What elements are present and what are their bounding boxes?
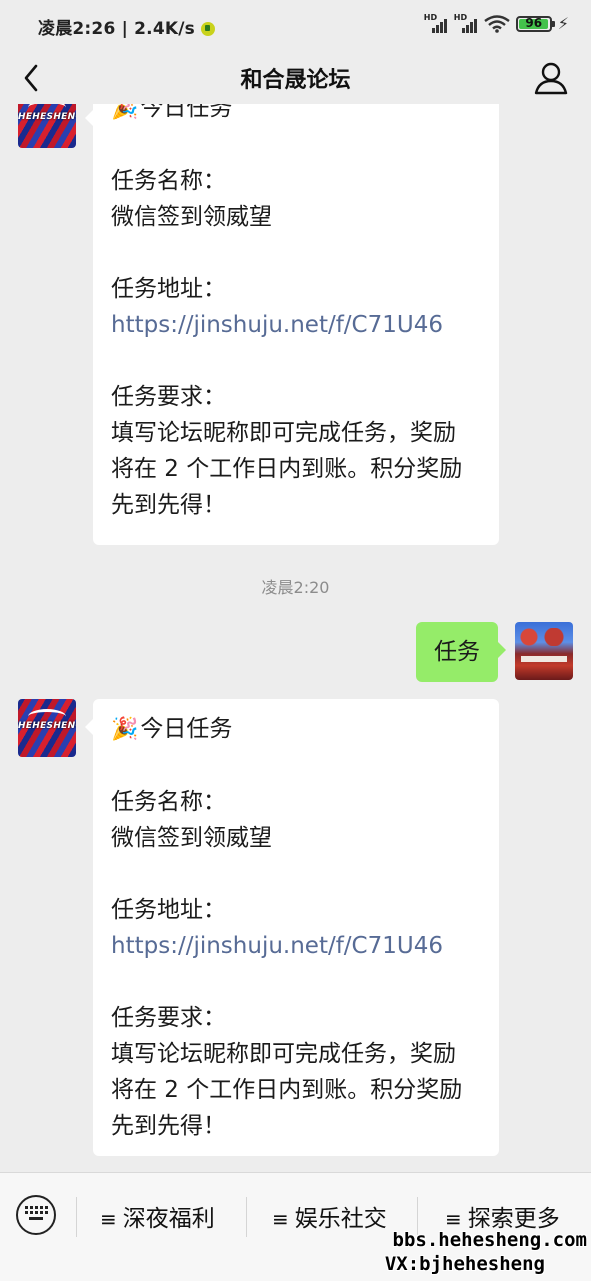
task-name-label: 任务名称： bbox=[111, 789, 226, 815]
signal-icon: HD bbox=[453, 12, 478, 33]
battery-level: 96 bbox=[525, 15, 543, 30]
task-requirement-text: 将在 2 个工作日内到账。积分奖励 bbox=[111, 1077, 463, 1103]
menu-item-late-night[interactable]: ≡ 深夜福利 bbox=[100, 1199, 215, 1233]
task-name-value: 微信签到领威望 bbox=[111, 204, 272, 230]
my-message-bubble[interactable]: 任务 bbox=[416, 622, 506, 682]
signal-hd-label: HD bbox=[453, 12, 468, 22]
app-notification-icon bbox=[200, 22, 215, 36]
charging-icon: ⚡ bbox=[557, 14, 569, 33]
signal-hd-label: HD bbox=[423, 12, 438, 22]
status-bar: 凌晨2:26 | 2.4K/s HD HD 96 ⚡ bbox=[0, 0, 591, 52]
menu-icon: ≡ bbox=[445, 1207, 462, 1231]
message-heading: 🎉今日任务 bbox=[111, 711, 462, 748]
menu-item-entertainment[interactable]: ≡ 娱乐社交 bbox=[272, 1199, 387, 1233]
bot-avatar[interactable]: HEHESHENG bbox=[18, 104, 76, 148]
message-heading: 🎉今日任务 bbox=[111, 104, 462, 127]
watermark-site: bbs.hehesheng.com bbox=[392, 1229, 587, 1251]
my-avatar[interactable] bbox=[515, 622, 573, 680]
task-requirement-text: 先到先得！ bbox=[111, 492, 226, 518]
task-address-label: 任务地址： bbox=[111, 897, 226, 923]
task-requirement-text: 填写论坛昵称即可完成任务，奖励 bbox=[111, 420, 456, 446]
party-popper-icon: 🎉 bbox=[111, 717, 139, 742]
time-speed-text: 凌晨2:26 | 2.4K/s bbox=[38, 19, 195, 39]
chat-area[interactable]: HEHESHENG 🎉今日任务 任务名称： 微信签到领威望 任务地址： http… bbox=[0, 104, 591, 1172]
message-timestamp: 凌晨2:20 bbox=[261, 578, 330, 597]
task-name-label: 任务名称： bbox=[111, 168, 226, 194]
task-requirement-text: 先到先得！ bbox=[111, 1113, 226, 1139]
battery-icon: 96 bbox=[515, 15, 555, 32]
title-bar: 和合晟论坛 bbox=[0, 52, 591, 104]
keyboard-toggle-icon[interactable] bbox=[16, 1195, 56, 1235]
wifi-icon bbox=[484, 14, 510, 33]
signal-icon: HD bbox=[423, 12, 448, 33]
avatar-logo-text: HEHESHENG bbox=[18, 112, 76, 122]
task-requirement-text: 填写论坛昵称即可完成任务，奖励 bbox=[111, 1041, 456, 1067]
status-icons: HD HD 96 ⚡ bbox=[423, 12, 569, 34]
bottom-menu-bar: ≡ 深夜福利 ≡ 娱乐社交 ≡ 探索更多 bbs.hehesheng.com VX:b… bbox=[0, 1172, 591, 1281]
task-requirement-label: 任务要求： bbox=[111, 1005, 226, 1031]
watermark-contact: VX:bjhehesheng bbox=[384, 1253, 545, 1275]
status-time: 凌晨2:26 | 2.4K/s bbox=[38, 14, 215, 39]
avatar-logo-text: HEHESHENG bbox=[18, 721, 76, 731]
menu-icon: ≡ bbox=[100, 1207, 117, 1231]
party-popper-icon: 🎉 bbox=[111, 104, 139, 121]
task-address-link[interactable]: https://jinshuju.net/f/C71U46 bbox=[111, 307, 462, 343]
menu-icon: ≡ bbox=[272, 1207, 289, 1231]
bot-avatar[interactable]: HEHESHENG bbox=[18, 699, 76, 757]
message-bubble[interactable]: 🎉今日任务 任务名称： 微信签到领威望 任务地址： https://jinshu… bbox=[85, 699, 499, 1156]
menu-item-explore-more[interactable]: ≡ 探索更多 bbox=[445, 1199, 560, 1233]
task-name-value: 微信签到领威望 bbox=[111, 825, 272, 851]
task-requirement-label: 任务要求： bbox=[111, 384, 226, 410]
task-requirement-text: 将在 2 个工作日内到账。积分奖励 bbox=[111, 456, 463, 482]
my-message-text: 任务 bbox=[434, 639, 480, 665]
message-bubble[interactable]: 🎉今日任务 任务名称： 微信签到领威望 任务地址： https://jinshu… bbox=[85, 104, 499, 545]
user-profile-icon[interactable] bbox=[531, 58, 571, 98]
task-address-label: 任务地址： bbox=[111, 276, 226, 302]
task-address-link[interactable]: https://jinshuju.net/f/C71U46 bbox=[111, 928, 462, 964]
page-title: 和合晟论坛 bbox=[240, 68, 351, 93]
